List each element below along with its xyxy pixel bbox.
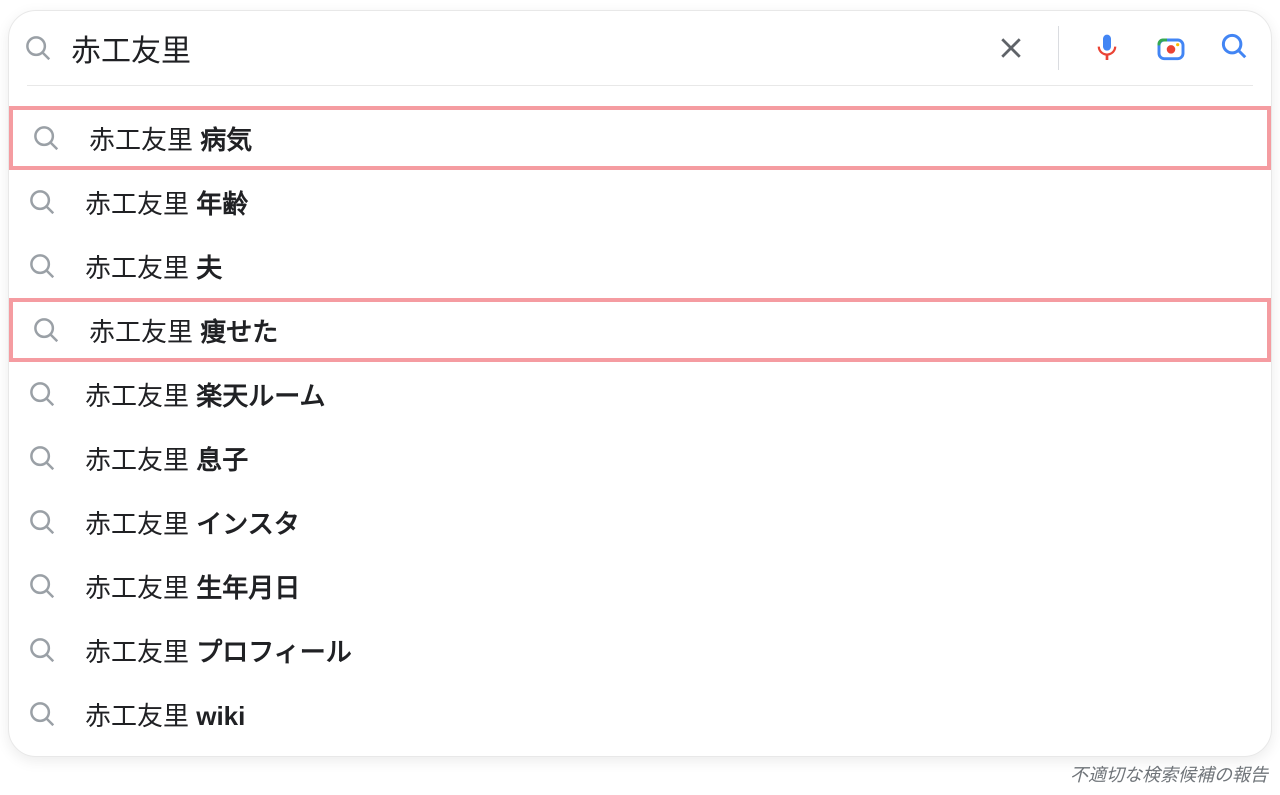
search-icon	[27, 635, 57, 665]
suggestion-extra: 病気	[200, 125, 252, 155]
suggestion-extra: プロフィール	[196, 637, 351, 667]
search-icon	[23, 33, 53, 63]
suggestion-extra: 楽天ルーム	[196, 381, 325, 411]
search-input-group	[23, 11, 996, 85]
suggestion-base: 赤工友里	[85, 253, 196, 283]
suggestion-extra: wiki	[196, 701, 245, 731]
suggestion-item[interactable]: 赤工友里 インスタ	[9, 490, 1271, 554]
suggestion-text: 赤工友里 年齢	[85, 184, 248, 221]
close-icon[interactable]	[996, 33, 1026, 63]
suggestion-extra: 年齢	[196, 189, 248, 219]
search-autocomplete-panel: 赤工友里 病気赤工友里 年齢赤工友里 夫赤工友里 痩せた赤工友里 楽天ルーム赤工…	[8, 10, 1272, 757]
suggestion-base: 赤工友里	[89, 125, 200, 155]
suggestion-extra: インスタ	[196, 509, 299, 539]
suggestion-item[interactable]: 赤工友里 プロフィール	[9, 618, 1271, 682]
report-suggestions-link[interactable]: 不適切な検索候補の報告	[0, 757, 1280, 787]
vertical-divider	[1058, 26, 1059, 70]
suggestion-extra: 痩せた	[200, 317, 278, 347]
suggestion-base: 赤工友里	[85, 637, 196, 667]
search-icon	[27, 699, 57, 729]
suggestion-text: 赤工友里 楽天ルーム	[85, 376, 325, 413]
search-submit-button[interactable]	[1219, 31, 1249, 66]
suggestion-text: 赤工友里 夫	[85, 248, 222, 285]
suggestion-extra: 生年月日	[196, 573, 300, 603]
suggestion-item[interactable]: 赤工友里 楽天ルーム	[9, 362, 1271, 426]
search-icon	[27, 251, 57, 281]
search-icon	[31, 123, 61, 153]
suggestion-base: 赤工友里	[85, 701, 196, 731]
camera-lens-icon[interactable]	[1155, 32, 1187, 64]
search-bar	[9, 11, 1271, 85]
suggestion-list: 赤工友里 病気赤工友里 年齢赤工友里 夫赤工友里 痩せた赤工友里 楽天ルーム赤工…	[9, 86, 1271, 746]
search-icon	[27, 443, 57, 473]
search-input[interactable]	[71, 31, 996, 65]
microphone-icon[interactable]	[1091, 32, 1123, 64]
suggestion-text: 赤工友里 息子	[85, 440, 248, 477]
suggestion-item[interactable]: 赤工友里 病気	[9, 106, 1271, 170]
search-icon	[31, 315, 61, 345]
search-icon	[27, 571, 57, 601]
suggestion-base: 赤工友里	[85, 381, 196, 411]
suggestion-base: 赤工友里	[85, 509, 196, 539]
suggestion-base: 赤工友里	[85, 189, 196, 219]
search-icon	[27, 379, 57, 409]
suggestion-extra: 息子	[196, 445, 248, 475]
suggestion-text: 赤工友里 プロフィール	[85, 632, 352, 669]
suggestion-text: 赤工友里 病気	[89, 120, 252, 157]
suggestion-text: 赤工友里 痩せた	[89, 312, 278, 349]
suggestion-extra: 夫	[196, 253, 222, 283]
search-icon	[27, 187, 57, 217]
suggestion-base: 赤工友里	[89, 317, 200, 347]
suggestion-item[interactable]: 赤工友里 息子	[9, 426, 1271, 490]
suggestion-base: 赤工友里	[85, 573, 196, 603]
suggestion-text: 赤工友里 インスタ	[85, 504, 300, 541]
suggestion-item[interactable]: 赤工友里 痩せた	[9, 298, 1271, 362]
search-icon	[27, 507, 57, 537]
suggestion-item[interactable]: 赤工友里 年齢	[9, 170, 1271, 234]
suggestion-item[interactable]: 赤工友里 生年月日	[9, 554, 1271, 618]
suggestion-text: 赤工友里 wiki	[85, 696, 245, 733]
search-tools	[996, 26, 1249, 70]
suggestion-base: 赤工友里	[85, 445, 196, 475]
suggestion-item[interactable]: 赤工友里 wiki	[9, 682, 1271, 746]
suggestion-text: 赤工友里 生年月日	[85, 568, 300, 605]
suggestion-item[interactable]: 赤工友里 夫	[9, 234, 1271, 298]
